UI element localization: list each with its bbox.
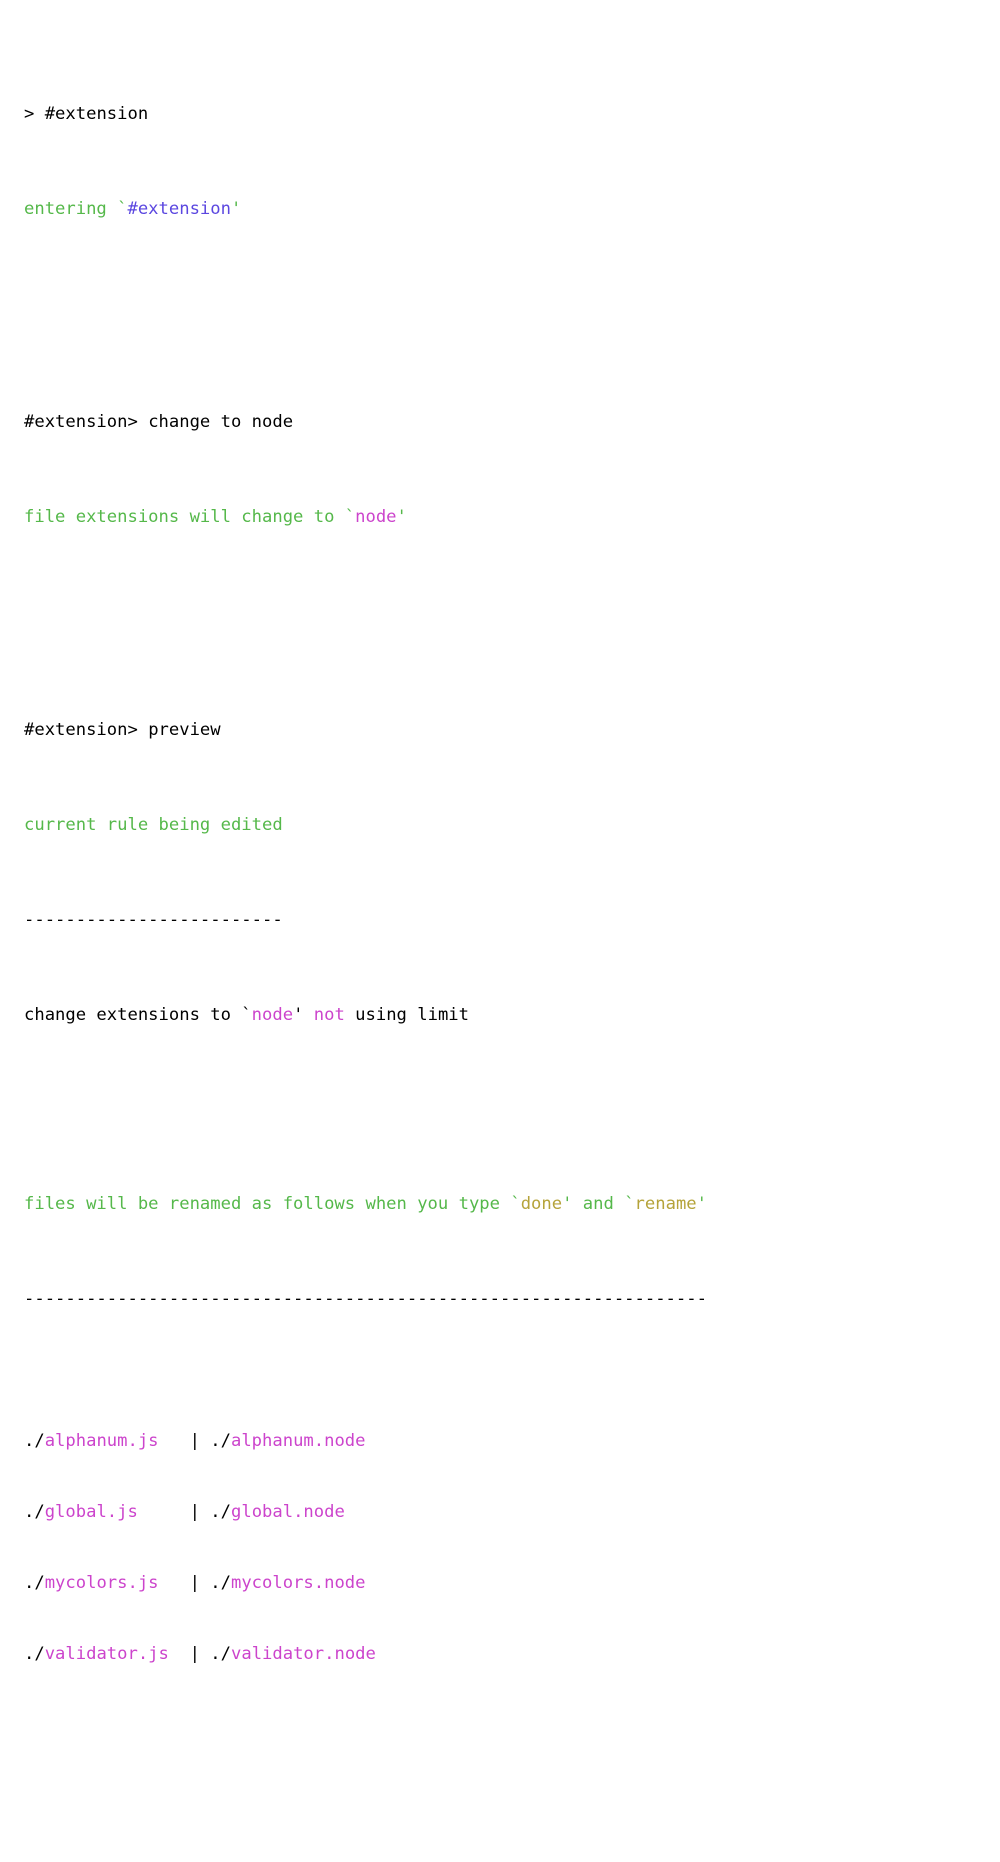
ext-change-value: node bbox=[355, 506, 397, 527]
separator-dashes: ----------------------------------------… bbox=[24, 1288, 707, 1309]
terminal-output: > #extension entering `#extension' #exte… bbox=[0, 0, 1000, 1862]
prompt-extension: #extension> bbox=[24, 720, 149, 741]
command-line-preview[interactable]: #extension> preview bbox=[24, 719, 1000, 743]
entering-target-name: #extension bbox=[127, 198, 231, 219]
separator-preview-files: ----------------------------------------… bbox=[24, 1288, 1000, 1312]
rename-notice-part-b: ' and ` bbox=[562, 1194, 635, 1215]
source-dot-prefix: ./ bbox=[24, 1573, 45, 1594]
source-filename: global.js bbox=[44, 1502, 138, 1523]
entering-suffix-text: ' bbox=[230, 198, 242, 219]
rename-notice-rename-keyword: rename bbox=[634, 1194, 697, 1215]
source-dot-prefix: ./ bbox=[24, 1431, 45, 1452]
rename-notice-part-a: files will be renamed as follows when yo… bbox=[24, 1194, 521, 1215]
rule-text-part-a: change extensions to ` bbox=[24, 1004, 252, 1025]
output-current-rule-heading: current rule being edited bbox=[24, 814, 1000, 838]
command-line-change-to-node[interactable]: #extension> change to node bbox=[24, 411, 1000, 435]
output-entering-extension: entering `#extension' bbox=[24, 198, 1000, 222]
command-text-change: change to node bbox=[148, 411, 294, 432]
rule-text-part-c: using limit bbox=[344, 1004, 469, 1025]
table-row: ./mycolors.js | ./mycolors.node bbox=[24, 1572, 1000, 1596]
current-rule-label: current rule being edited bbox=[24, 814, 283, 835]
rename-notice-done-keyword: done bbox=[520, 1194, 563, 1215]
table-row: ./alphanum.js | ./alphanum.node bbox=[24, 1430, 1000, 1454]
target-dot-prefix: ./ bbox=[210, 1573, 231, 1594]
ext-change-suffix-text: ' bbox=[396, 506, 407, 527]
file-table-preview: ./alphanum.js | ./alphanum.node ./global… bbox=[24, 1383, 1000, 1715]
target-filename: mycolors.node bbox=[230, 1573, 366, 1594]
rule-negation-word: not bbox=[313, 1004, 345, 1025]
target-filename: alphanum.node bbox=[230, 1431, 366, 1452]
pipe-separator: | bbox=[179, 1644, 211, 1665]
column-pad bbox=[169, 1644, 179, 1664]
output-extension-will-change: file extensions will change to `node' bbox=[24, 506, 1000, 530]
column-pad bbox=[159, 1431, 180, 1451]
target-dot-prefix: ./ bbox=[210, 1431, 231, 1452]
command-line-enter-extension[interactable]: > #extension bbox=[24, 103, 1000, 127]
column-pad bbox=[138, 1502, 179, 1522]
pipe-separator: | bbox=[179, 1502, 211, 1523]
table-row: ./global.js | ./global.node bbox=[24, 1501, 1000, 1525]
output-rule-description: change extensions to `node' not using li… bbox=[24, 1004, 1000, 1028]
pipe-separator: | bbox=[179, 1573, 211, 1594]
target-dot-prefix: ./ bbox=[210, 1644, 231, 1665]
ext-change-prefix-text: file extensions will change to ` bbox=[24, 506, 356, 527]
table-row: ./validator.js | ./validator.node bbox=[24, 1643, 1000, 1667]
separator-dashes: ------------------------- bbox=[24, 909, 283, 930]
source-dot-prefix: ./ bbox=[24, 1644, 45, 1665]
pipe-separator: | bbox=[179, 1431, 211, 1452]
rule-extension-value: node bbox=[251, 1004, 294, 1025]
rule-text-part-b: ' bbox=[293, 1004, 314, 1025]
rename-notice-part-c: ' bbox=[696, 1194, 707, 1215]
target-filename: validator.node bbox=[231, 1644, 376, 1665]
output-preview-rename-notice: files will be renamed as follows when yo… bbox=[24, 1193, 1000, 1217]
separator-preview-rule: ------------------------- bbox=[24, 909, 1000, 933]
target-filename: global.node bbox=[231, 1502, 345, 1523]
source-filename: alphanum.js bbox=[44, 1431, 159, 1452]
command-text-extension: #extension bbox=[44, 103, 149, 124]
command-text-preview: preview bbox=[148, 720, 221, 741]
source-dot-prefix: ./ bbox=[24, 1502, 45, 1523]
prompt-extension: #extension> bbox=[24, 411, 149, 432]
entering-prefix-text: entering ` bbox=[24, 198, 128, 219]
prompt-root: > bbox=[24, 103, 45, 124]
column-pad bbox=[159, 1573, 180, 1593]
source-filename: validator.js bbox=[44, 1644, 169, 1665]
source-filename: mycolors.js bbox=[44, 1573, 159, 1594]
target-dot-prefix: ./ bbox=[210, 1502, 231, 1523]
